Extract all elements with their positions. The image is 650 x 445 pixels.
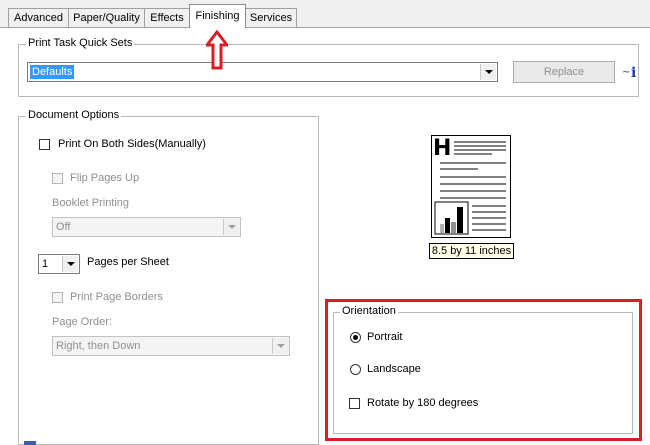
tab-label: Paper/Quality [73,12,140,24]
up-arrow-annotation-icon [206,30,228,70]
page-preview-graphic: H [433,136,506,235]
svg-text:~: ~ [622,67,630,78]
booklet-printing-dropdown[interactable]: Off [52,217,241,237]
print-both-sides-label: Print On Both Sides(Manually) [58,138,206,150]
bottom-fragment-icon [24,441,36,445]
print-page-borders-label: Print Page Borders [70,291,163,303]
tab-finishing[interactable]: Finishing [189,4,246,28]
tab-label: Effects [150,12,184,24]
flip-pages-up-label: Flip Pages Up [70,172,140,184]
quick-sets-value: Defaults [30,65,75,79]
chevron-down-icon[interactable] [223,219,239,235]
flip-pages-up-checkbox[interactable] [52,173,63,184]
chevron-down-icon[interactable] [272,338,288,354]
pages-per-sheet-label: Pages per Sheet [87,256,169,268]
chevron-down-icon[interactable] [62,256,78,272]
preview-heading-letter: H [433,136,451,161]
tab-label: Services [249,12,293,24]
quick-sets-dropdown[interactable]: Defaults [27,62,498,82]
booklet-printing-label: Booklet Printing [52,197,130,209]
print-page-borders-checkbox[interactable] [52,292,63,303]
print-both-sides-checkbox[interactable] [39,139,50,150]
booklet-printing-value: Off [56,221,71,233]
chevron-down-icon[interactable] [480,64,496,80]
tab-services[interactable]: Services [245,8,297,27]
page-order-value: Right, then Down [56,340,141,352]
tab-paper-quality[interactable]: Paper/Quality [68,8,145,27]
document-options-group [18,116,319,445]
info-icon[interactable]: ~ i [622,62,642,82]
tab-advanced[interactable]: Advanced [8,8,69,27]
page-preview: H [431,135,511,238]
replace-button[interactable]: Replace [513,61,615,83]
svg-text:i: i [631,65,636,81]
pages-per-sheet-dropdown[interactable]: 1 [38,254,80,274]
pages-per-sheet-value: 1 [42,258,49,270]
page-order-dropdown[interactable]: Right, then Down [52,336,290,356]
tab-label: Advanced [14,12,63,24]
page-order-label: Page Order: [52,316,112,328]
document-options-legend: Document Options [26,109,122,121]
tab-effects[interactable]: Effects [144,8,190,27]
paper-size-label: 8.5 by 11 inches [429,243,514,259]
orientation-highlight-box [325,299,642,441]
quick-sets-legend: Print Task Quick Sets [26,37,135,49]
tab-label: Finishing [195,10,240,22]
